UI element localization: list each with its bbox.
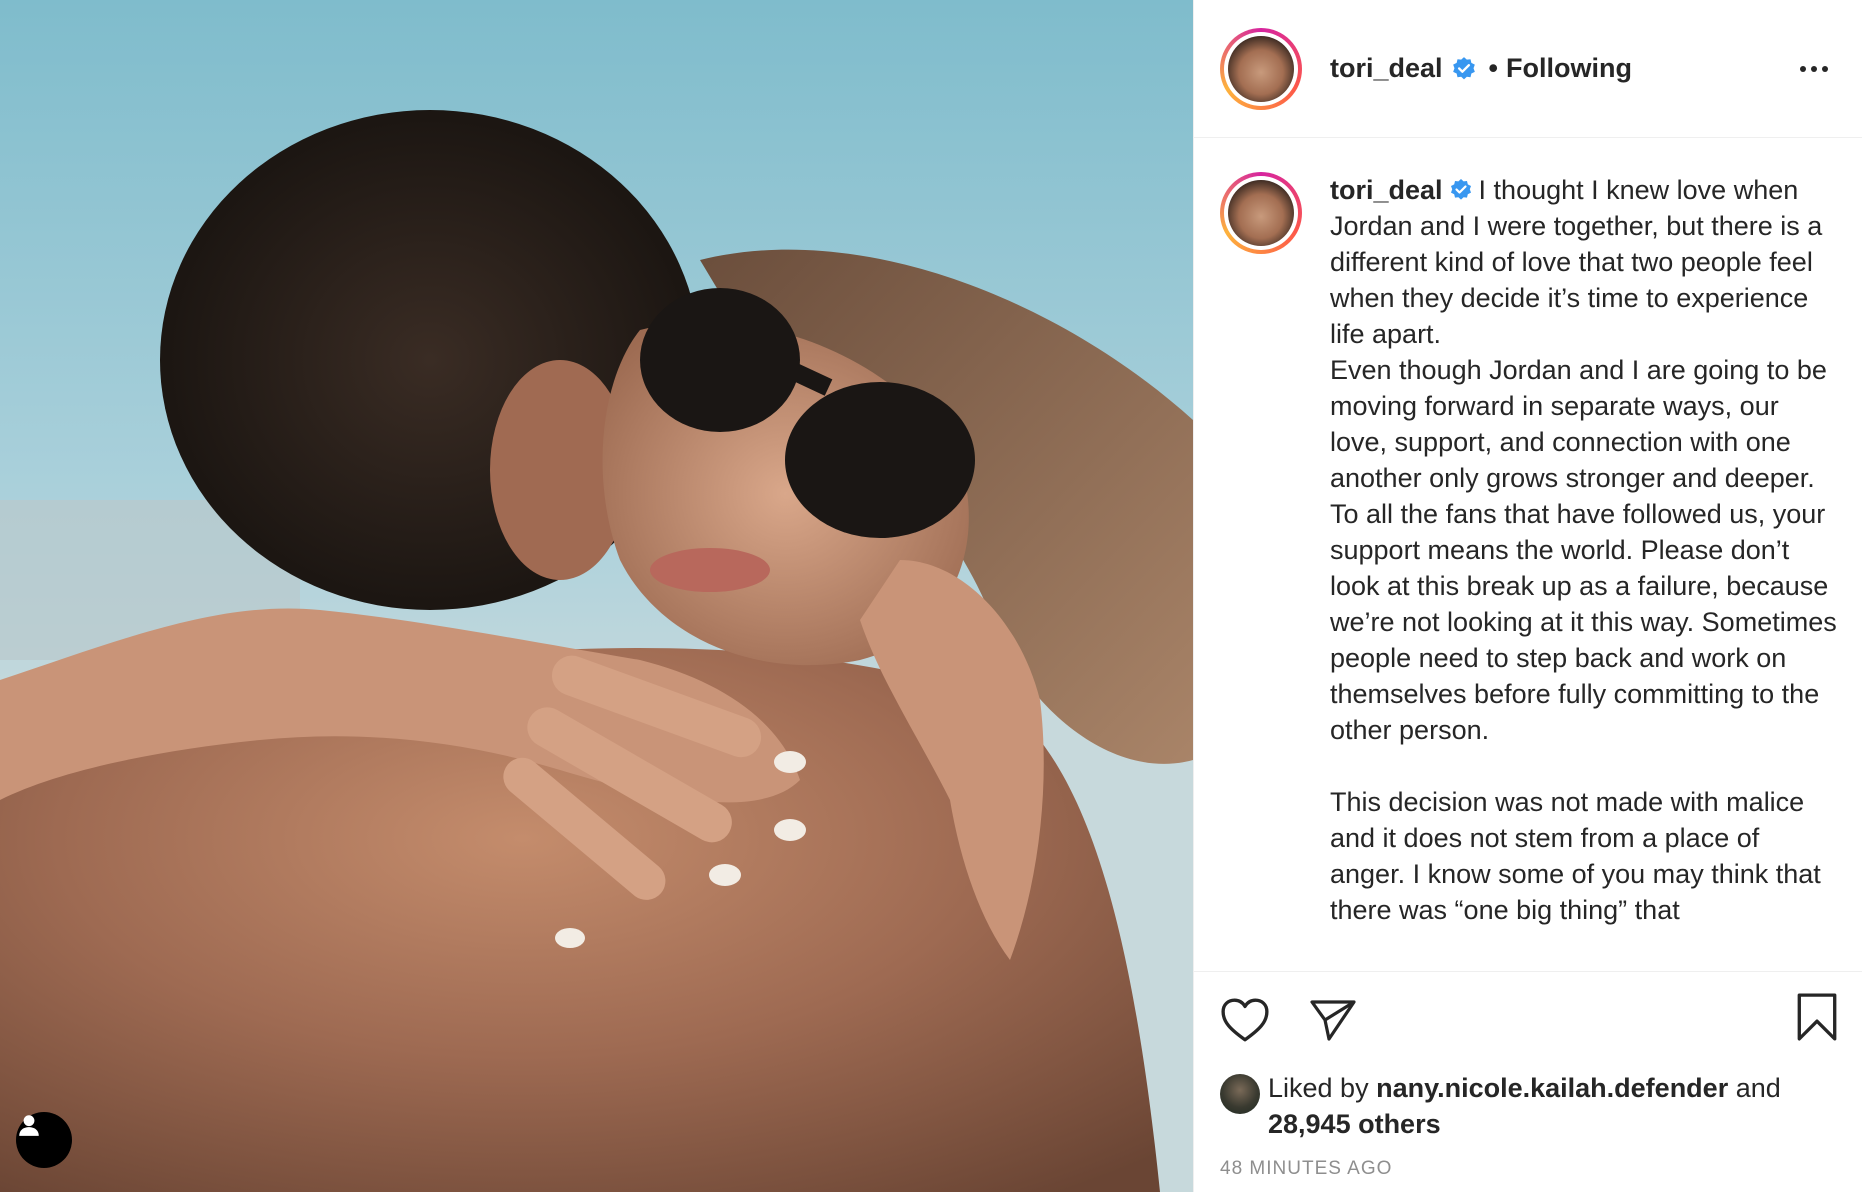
- instagram-post: tori_deal • Following tori_deal I thought…: [0, 0, 1862, 1192]
- likes-conjunction: and: [1735, 1073, 1781, 1103]
- ellipsis-icon[interactable]: [1792, 58, 1836, 80]
- action-bar: Liked by nany.nicole.kailah.defender and…: [1194, 972, 1862, 1192]
- caption-text: tori_deal I thought I knew love when Jord…: [1330, 172, 1838, 971]
- post-timestamp[interactable]: 48 MINUTES AGO: [1220, 1158, 1838, 1180]
- separator-dot: •: [1488, 53, 1498, 83]
- following-button[interactable]: Following: [1506, 53, 1632, 84]
- liker-username[interactable]: nany.nicole.kailah.defender: [1376, 1073, 1728, 1103]
- author-avatar[interactable]: [1220, 27, 1302, 110]
- caption-body: I thought I knew love when Jordan and I …: [1330, 175, 1837, 925]
- verified-badge-icon: [1450, 178, 1471, 200]
- likes-count-link[interactable]: 28,945 others: [1268, 1109, 1441, 1139]
- verified-badge-icon: [1452, 56, 1475, 79]
- avatar-image: [1228, 35, 1294, 102]
- paper-plane-icon[interactable]: [1308, 998, 1358, 1042]
- likes-prefix: Liked by: [1268, 1073, 1369, 1103]
- post-photo[interactable]: [0, 0, 1193, 1192]
- caption-username[interactable]: tori_deal: [1330, 175, 1443, 205]
- user-icon: [19, 1115, 39, 1136]
- caption-section: tori_deal I thought I knew love when Jord…: [1194, 138, 1862, 972]
- liker-avatar[interactable]: [1220, 1074, 1260, 1114]
- caption-author-avatar[interactable]: [1220, 172, 1302, 254]
- bookmark-icon[interactable]: [1796, 992, 1838, 1042]
- avatar-image: [1228, 180, 1294, 246]
- heart-icon[interactable]: [1220, 997, 1270, 1043]
- photo-illustration: [0, 0, 1193, 1192]
- tagged-users-button[interactable]: [16, 1112, 72, 1168]
- likes-summary: Liked by nany.nicole.kailah.defender and…: [1220, 1070, 1838, 1142]
- post-header: tori_deal • Following: [1194, 0, 1862, 138]
- author-username[interactable]: tori_deal: [1330, 53, 1443, 84]
- post-sidebar: tori_deal • Following tori_deal I thought…: [1193, 0, 1862, 1192]
